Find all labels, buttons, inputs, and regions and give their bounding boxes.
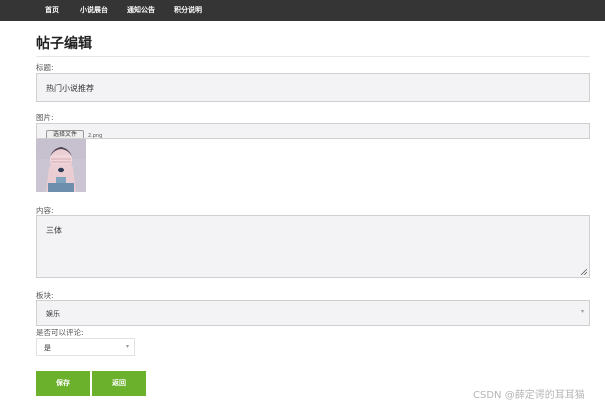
file-name-text: 2.png bbox=[88, 133, 103, 139]
title-divider bbox=[36, 56, 590, 57]
title-input[interactable]: 热门小说推荐 bbox=[36, 73, 590, 102]
resize-grip-icon[interactable] bbox=[581, 269, 587, 275]
top-navigation-bar: 首页 小说展台 通知公告 积分说明 bbox=[0, 0, 605, 21]
page-title: 帖子编辑 bbox=[36, 36, 92, 52]
image-label: 图片: bbox=[36, 113, 54, 122]
content-textarea[interactable]: 三体 bbox=[36, 215, 590, 278]
watermark: CSDN @薛定谔的耳耳猫 bbox=[473, 390, 585, 401]
nav-item-points-info[interactable]: 积分说明 bbox=[174, 5, 202, 15]
chevron-down-icon: ▾ bbox=[580, 308, 584, 315]
title-label: 标题: bbox=[36, 63, 54, 72]
comment-label: 是否可以评论: bbox=[36, 328, 84, 337]
choose-file-button[interactable]: 选择文件 bbox=[46, 130, 84, 138]
content-textarea-value: 三体 bbox=[46, 226, 62, 235]
nav-item-announcements[interactable]: 通知公告 bbox=[127, 5, 155, 15]
title-input-value: 热门小说推荐 bbox=[46, 84, 94, 93]
nav-item-home[interactable]: 首页 bbox=[45, 5, 59, 15]
uploaded-image-preview bbox=[36, 139, 86, 192]
comment-select[interactable]: 是 ▾ bbox=[36, 338, 135, 356]
chevron-down-icon: ▾ bbox=[125, 343, 129, 350]
back-button[interactable]: 返回 bbox=[92, 371, 146, 396]
image-file-input[interactable]: 选择文件 2.png bbox=[36, 123, 590, 139]
nav-item-novel-showcase[interactable]: 小说展台 bbox=[80, 5, 108, 15]
comment-select-value: 是 bbox=[44, 344, 51, 352]
save-button[interactable]: 保存 bbox=[36, 371, 90, 396]
board-select-value: 娱乐 bbox=[46, 310, 60, 318]
board-select[interactable]: 娱乐 ▾ bbox=[36, 300, 590, 326]
